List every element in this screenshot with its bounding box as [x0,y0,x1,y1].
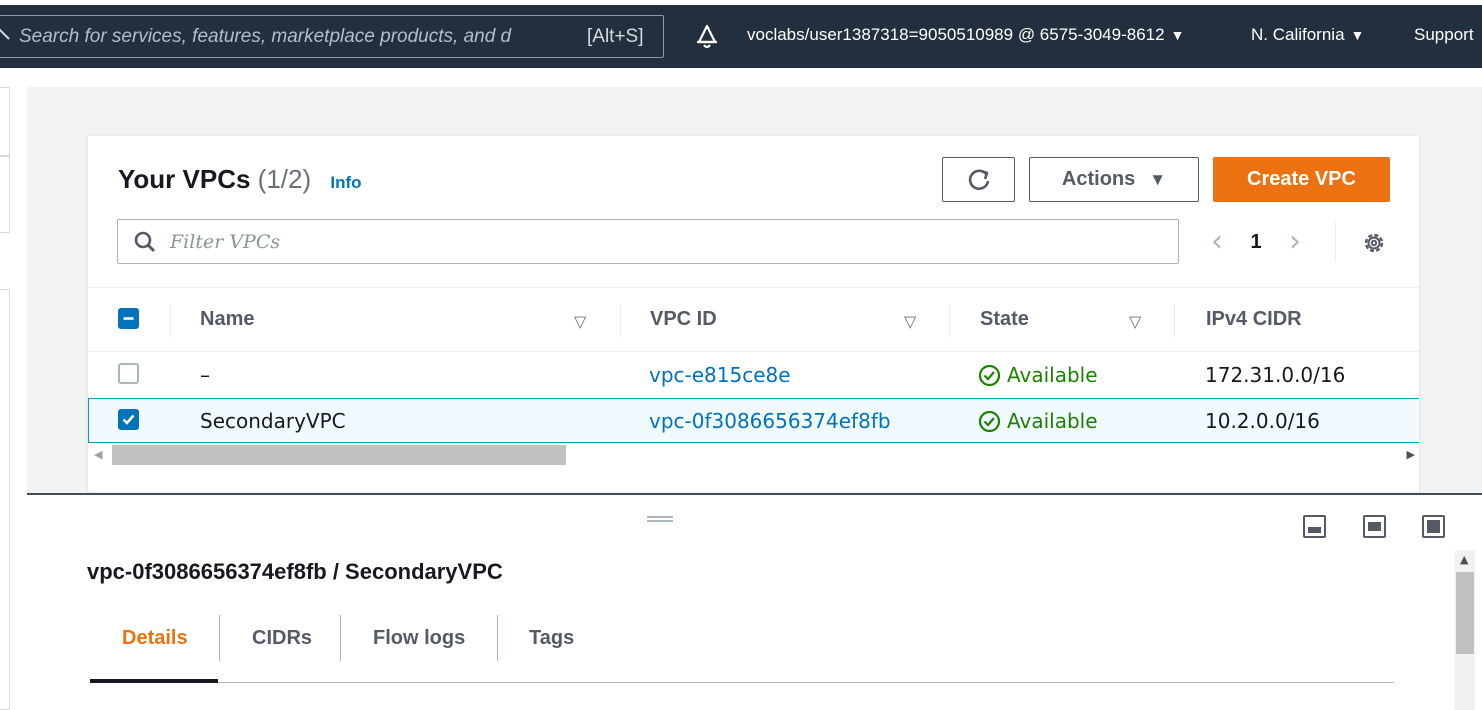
refresh-icon [968,168,989,190]
checkmark-icon [122,414,135,425]
support-menu[interactable]: Support [1414,25,1474,45]
state-label: Available [1007,409,1098,433]
details-split-panel: vpc-0f3086656374ef8fb / SecondaryVPC Det… [27,495,1482,710]
column-divider [620,304,621,337]
top-navigation: Search for services, features, marketpla… [0,0,1482,68]
column-header-ipv4-cidr[interactable]: IPv4 CIDR [1206,308,1302,331]
region-selector[interactable]: N. California ▼ [1251,25,1364,45]
state-label: Available [1007,363,1098,387]
scroll-right-icon[interactable]: ▶ [1407,448,1415,461]
resize-handle-icon[interactable] [647,516,673,522]
selection-count: (1/2) [257,164,312,194]
sort-icon[interactable]: ▽ [574,312,586,331]
scrollbar-thumb[interactable] [112,445,566,465]
sort-icon[interactable]: ▽ [1129,312,1141,331]
column-header-vpc-id[interactable]: VPC ID [650,308,717,331]
scroll-up-icon[interactable]: ▲ [1460,553,1468,566]
tab-details[interactable]: Details [90,615,220,683]
check-circle-icon [978,410,1001,432]
scroll-left-icon[interactable]: ◀ [94,448,102,461]
vpc-cidr: 172.31.0.0/16 [1205,363,1346,387]
check-circle-icon [978,364,1001,386]
indeterminate-icon [123,317,134,320]
side-navigation-segment [0,289,10,710]
scrollbar-thumb[interactable] [1456,572,1474,654]
search-icon [0,28,10,40]
info-link[interactable]: Info [330,173,361,192]
account-menu[interactable]: voclabs/user1387318=9050510989 @ 6575-30… [747,25,1184,45]
divider [1335,222,1336,262]
table-row[interactable]: – vpc-e815ce8e Available 172.31.0.0/16 [88,352,1419,397]
vpc-name: SecondaryVPC [200,409,346,433]
region-label: N. California [1251,25,1345,44]
filter-vpcs-input[interactable]: Filter VPCs [117,219,1179,264]
search-placeholder: Search for services, features, marketpla… [19,26,512,47]
vpc-id-link[interactable]: vpc-e815ce8e [649,363,791,387]
vertical-scrollbar[interactable]: ▲ [1455,550,1475,710]
table-row-selected[interactable]: SecondaryVPC vpc-0f3086656374ef8fb Avail… [88,398,1419,443]
pagination: ‹ 1 › [1204,222,1308,262]
bell-icon[interactable] [694,23,720,51]
tab-cidrs[interactable]: CIDRs [220,615,344,683]
actions-button[interactable]: Actions ▼ [1029,157,1199,202]
panel-bottom-icon[interactable] [1303,515,1326,538]
current-page[interactable]: 1 [1230,231,1282,254]
chevron-down-icon: ▼ [1350,27,1365,43]
next-page-icon[interactable]: › [1282,227,1308,257]
filter-placeholder: Filter VPCs [170,231,281,253]
detail-title: vpc-0f3086656374ef8fb / SecondaryVPC [87,559,503,584]
global-search-input[interactable]: Search for services, features, marketpla… [0,15,664,58]
vpc-state: Available [978,363,1098,387]
side-navigation-segment [0,87,10,156]
vpc-list-panel: Your VPCs (1/2) Info Actions ▼ Create VP… [87,135,1420,493]
refresh-button[interactable] [942,157,1015,202]
page-title: Your VPCs (1/2) Info [118,164,362,195]
horizontal-scrollbar[interactable]: ◀ ▶ [88,445,1419,465]
panel-side-icon[interactable] [1363,515,1386,538]
column-divider [170,304,171,337]
panel-full-icon[interactable] [1422,515,1445,538]
vpc-id-link[interactable]: vpc-0f3086656374ef8fb [649,409,891,433]
vpc-cidr: 10.2.0.0/16 [1205,409,1320,433]
search-shortcut: [Alt+S] [587,26,644,47]
search-icon [134,231,156,253]
column-divider [949,304,950,337]
top-navigation-bar: Search for services, features, marketpla… [0,5,1482,68]
row-checkbox[interactable] [118,409,139,430]
sort-icon[interactable]: ▽ [904,312,916,331]
actions-label: Actions [1061,168,1136,190]
column-header-state[interactable]: State [980,308,1029,331]
gear-icon[interactable] [1362,231,1386,255]
chevron-down-icon: ▼ [1170,27,1185,43]
select-all-checkbox[interactable] [118,308,139,329]
caret-down-icon: ▼ [1149,169,1167,189]
create-vpc-button[interactable]: Create VPC [1213,157,1390,202]
vpc-name: – [200,363,210,387]
row-checkbox[interactable] [118,363,139,384]
column-divider [1174,304,1175,337]
column-header-name[interactable]: Name [200,308,254,331]
previous-page-icon[interactable]: ‹ [1204,227,1230,257]
tab-tags[interactable]: Tags [497,615,606,683]
tab-flow-logs[interactable]: Flow logs [341,615,497,683]
vpc-state: Available [978,409,1098,433]
side-navigation-segment [0,156,10,233]
side-navigation-edge [0,87,10,710]
active-tab-indicator [90,679,218,683]
title-text: Your VPCs [118,164,251,194]
detail-tabs: Details CIDRs Flow logs Tags [90,615,1394,683]
account-label: voclabs/user1387318=9050510989 @ 6575-30… [747,25,1165,44]
table-header: Name ▽ VPC ID ▽ State ▽ IPv4 CIDR [88,287,1419,352]
